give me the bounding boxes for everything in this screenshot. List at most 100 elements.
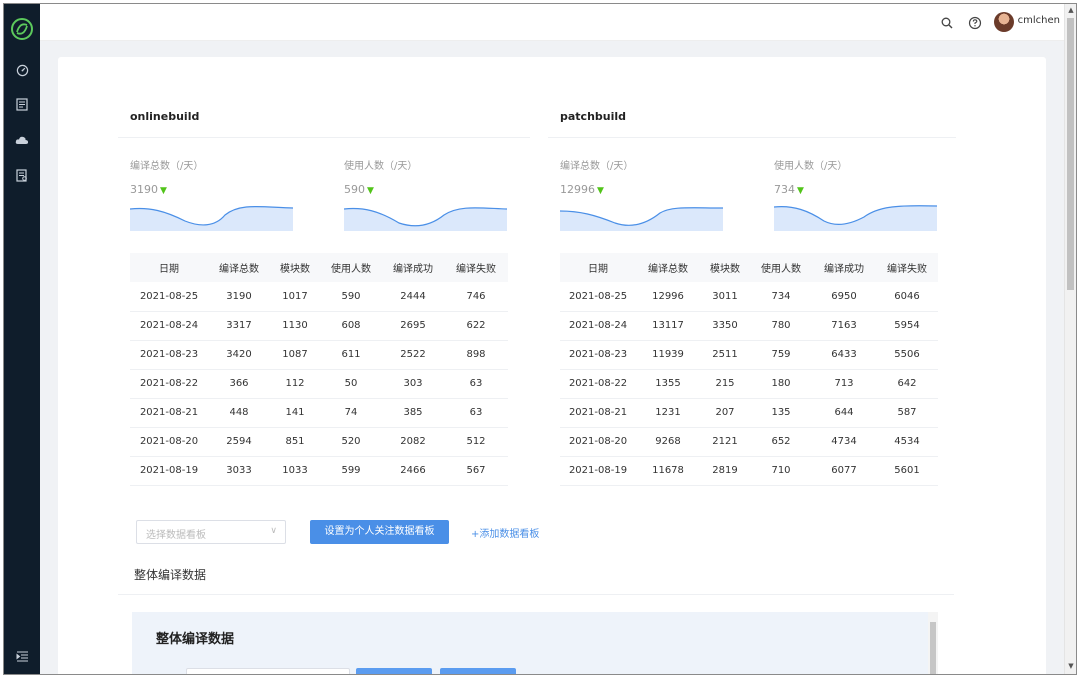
report-icon[interactable] — [14, 167, 30, 183]
embedded-input[interactable] — [186, 668, 350, 674]
table-cell: 2021-08-23 — [130, 340, 208, 370]
table-cell: 303 — [382, 369, 444, 399]
help-icon[interactable] — [968, 15, 982, 30]
username[interactable]: cmlchen — [1018, 15, 1060, 26]
embedded-button[interactable] — [440, 668, 516, 674]
embedded-dashboard-title: 整体编译数据 — [156, 632, 235, 647]
add-board-link[interactable]: +添加数据看板 — [471, 525, 539, 540]
table-cell: 2021-08-24 — [130, 311, 208, 341]
table-header-row: 日期 编译总数 模块数 使用人数 编译成功 编译失败 — [130, 253, 508, 282]
table-cell: 520 — [320, 427, 382, 457]
stat-label-users: 使用人数（/天） — [774, 161, 848, 172]
table-cell: 567 — [444, 456, 508, 486]
table-cell: 1355 — [636, 369, 700, 399]
table-cell: 3033 — [208, 456, 270, 486]
table-row: 2021-08-24 3317 1130 608 2695 622 — [130, 311, 508, 341]
table-cell: 11939 — [636, 340, 700, 370]
table-cell: 898 — [444, 340, 508, 370]
table-cell: 2021-08-21 — [130, 398, 208, 428]
panel-divider — [118, 137, 530, 138]
table-cell: 2021-08-20 — [560, 427, 636, 457]
table-cell: 746 — [444, 282, 508, 312]
scrollbar-thumb[interactable] — [1067, 18, 1074, 290]
table-cell: 2511 — [700, 340, 750, 370]
set-personal-board-button[interactable]: 设置为个人关注数据看板 — [310, 520, 449, 544]
col-header[interactable]: 模块数 — [270, 253, 320, 282]
menu-fold-icon[interactable] — [14, 648, 30, 664]
table-cell: 2021-08-25 — [560, 282, 636, 312]
app-logo[interactable] — [10, 17, 34, 41]
stat-value-compile-total: 12996 ▼ — [560, 183, 604, 196]
table-cell: 3190 — [208, 282, 270, 312]
table-row: 2021-08-20 2594 851 520 2082 512 — [130, 427, 508, 457]
trend-down-icon: ▼ — [597, 186, 604, 196]
embedded-button[interactable] — [356, 668, 432, 674]
page-scrollbar[interactable]: ▲ ▼ — [1064, 4, 1076, 674]
table-cell: 2021-08-24 — [560, 311, 636, 341]
table-row: 2021-08-23 3420 1087 611 2522 898 — [130, 340, 508, 370]
table-cell: 622 — [444, 311, 508, 341]
scroll-down-arrow[interactable]: ▼ — [1067, 662, 1075, 670]
col-header[interactable]: 编译失败 — [444, 253, 508, 282]
table-cell: 1033 — [270, 456, 320, 486]
table-cell: 1130 — [270, 311, 320, 341]
table-cell: 112 — [270, 369, 320, 399]
table-cell: 2021-08-25 — [130, 282, 208, 312]
table-cell: 2121 — [700, 427, 750, 457]
section-title: 整体编译数据 — [134, 568, 207, 582]
table-row: 2021-08-22 366 112 50 303 63 — [130, 369, 508, 399]
table-cell: 2594 — [208, 427, 270, 457]
table-cell: 512 — [444, 427, 508, 457]
main-content: onlinebuild 编译总数（/天） 3190 ▼ 使用人数（/天） 590 ▼… — [58, 57, 1046, 674]
scroll-up-arrow[interactable]: ▲ — [1067, 6, 1075, 14]
col-header[interactable]: 编译成功 — [812, 253, 876, 282]
table-row: 2021-08-25 12996 3011 734 6950 6046 — [560, 282, 938, 312]
table-cell: 9268 — [636, 427, 700, 457]
table-cell: 1087 — [270, 340, 320, 370]
table-cell: 2021-08-22 — [560, 369, 636, 399]
trend-down-icon: ▼ — [367, 186, 374, 196]
table-cell: 50 — [320, 369, 382, 399]
top-header: cmlchen — [40, 4, 1064, 41]
board-select[interactable]: 选择数据看板 ∨ — [136, 520, 286, 544]
table-cell: 2522 — [382, 340, 444, 370]
col-header[interactable]: 使用人数 — [320, 253, 382, 282]
chevron-down-icon: ∨ — [270, 526, 277, 536]
col-header[interactable]: 编译失败 — [876, 253, 938, 282]
app-window: cmlchen onlinebuild 编译总数（/天） 3190 ▼ 使用人数（… — [3, 3, 1077, 675]
stat-label-users: 使用人数（/天） — [344, 161, 418, 172]
table-cell: 851 — [270, 427, 320, 457]
col-header[interactable]: 日期 — [130, 253, 208, 282]
table-row: 2021-08-19 11678 2819 710 6077 5601 — [560, 456, 938, 486]
embedded-scrollbar-thumb[interactable] — [930, 622, 936, 674]
table-header-row: 日期 编译总数 模块数 使用人数 编译成功 编译失败 — [560, 253, 938, 282]
col-header[interactable]: 日期 — [560, 253, 636, 282]
search-icon[interactable] — [940, 15, 954, 29]
sidebar — [4, 4, 40, 674]
table-cell: 710 — [750, 456, 812, 486]
document-icon[interactable] — [14, 96, 30, 112]
table-cell: 590 — [320, 282, 382, 312]
table-cell: 759 — [750, 340, 812, 370]
table-cell: 5506 — [876, 340, 938, 370]
col-header[interactable]: 编译成功 — [382, 253, 444, 282]
table-cell: 2444 — [382, 282, 444, 312]
col-header[interactable]: 编译总数 — [636, 253, 700, 282]
table-cell: 6950 — [812, 282, 876, 312]
dashboard-icon[interactable] — [14, 62, 30, 78]
embedded-scrollbar[interactable] — [928, 612, 938, 674]
section-divider — [118, 594, 954, 595]
col-header[interactable]: 模块数 — [700, 253, 750, 282]
stat-value-compile-total: 3190 ▼ — [130, 183, 167, 196]
table-row: 2021-08-21 448 141 74 385 63 — [130, 398, 508, 428]
table-cell: 611 — [320, 340, 382, 370]
col-header[interactable]: 编译总数 — [208, 253, 270, 282]
avatar[interactable] — [994, 12, 1014, 32]
table-cell: 2021-08-22 — [130, 369, 208, 399]
table-cell: 366 — [208, 369, 270, 399]
table-cell: 713 — [812, 369, 876, 399]
table-row: 2021-08-19 3033 1033 599 2466 567 — [130, 456, 508, 486]
data-table-patchbuild: 日期 编译总数 模块数 使用人数 编译成功 编译失败 2021-08-25 129… — [560, 253, 938, 486]
cloud-icon[interactable] — [14, 132, 30, 148]
col-header[interactable]: 使用人数 — [750, 253, 812, 282]
